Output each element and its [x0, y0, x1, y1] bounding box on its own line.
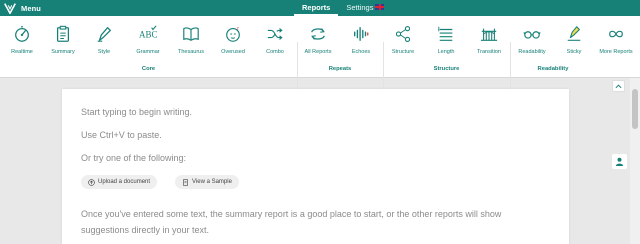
hint-try-following: Or try one of the following: [81, 153, 187, 163]
tool-length[interactable]: Length [424, 20, 468, 68]
group-label-structure: Structure [433, 66, 460, 72]
tool-label: Echoes [351, 49, 371, 55]
hint-suggestions: suggestions directly in your text. [81, 225, 210, 235]
sleepy-face-icon: z [226, 26, 240, 42]
logo-icon [4, 3, 16, 15]
tool-label: More Reports [599, 49, 633, 55]
top-bar: Menu Reports Settings [0, 0, 640, 16]
view-sample-button[interactable]: View a Sample [175, 175, 239, 189]
tool-sticky[interactable]: Sticky [552, 20, 596, 68]
speedometer-icon [15, 26, 29, 42]
hint-paste: Use Ctrl+V to paste. [81, 130, 162, 140]
tool-grammar[interactable]: ABC Grammar [126, 20, 170, 68]
bridge-icon [480, 28, 498, 41]
tool-echoes[interactable]: Echoes [339, 20, 383, 68]
refresh-arrows-icon [311, 28, 325, 40]
tool-style[interactable]: Style [82, 20, 126, 68]
tool-transition[interactable]: Transition [467, 20, 511, 68]
upload-document-button[interactable]: Upload a document [81, 175, 158, 189]
open-book-icon [183, 27, 199, 41]
group-label-readability: Readability [537, 66, 569, 72]
tool-more-reports[interactable]: More Reports [594, 20, 638, 68]
infinity-icon [609, 30, 623, 38]
tool-label: Realtime [11, 49, 33, 55]
tool-label: Length [437, 49, 455, 55]
tool-label: All Reports [304, 49, 332, 55]
sticky-pen-icon [567, 26, 581, 41]
clipboard-icon [56, 25, 70, 42]
tool-realtime[interactable]: Realtime [0, 20, 44, 68]
menu-label: Menu [21, 3, 41, 13]
tool-structure[interactable]: Structure [381, 20, 425, 68]
menu-button[interactable]: Menu [3, 1, 41, 15]
tool-label: Grammar [136, 49, 160, 55]
hint-summary-report: Once you've entered some text, the summa… [81, 209, 502, 219]
abc-check-icon: ABC [139, 25, 157, 40]
top-navigation: Reports Settings [294, 0, 392, 16]
tool-label: Structure [391, 49, 415, 55]
nav-settings-label: Settings [346, 3, 374, 12]
user-icon [615, 157, 624, 166]
upload-icon [88, 178, 95, 186]
soundwave-icon [354, 27, 369, 41]
network-icon [395, 25, 411, 43]
document-icon [183, 178, 188, 186]
glasses-icon [523, 31, 541, 39]
lines-icon [438, 26, 453, 41]
tool-label: Style [97, 49, 111, 55]
tool-label: Summary [51, 49, 75, 55]
report-toolbar: Realtime Summary Style ABC Grammar Thesa… [0, 16, 640, 91]
tool-label: Overused [221, 49, 245, 55]
svg-text:ABC: ABC [139, 30, 157, 40]
collapse-toolbar-button[interactable] [612, 80, 625, 92]
group-label-core: Core [141, 66, 156, 72]
nav-reports[interactable]: Reports [294, 0, 339, 16]
tool-readability[interactable]: Readability [510, 20, 554, 68]
tool-combo[interactable]: Combo [253, 20, 297, 68]
shuffle-icon [267, 28, 283, 40]
tool-label: Readability [518, 49, 546, 55]
hint-start-typing: Start typing to begin writing. [81, 107, 193, 117]
svg-text:z: z [237, 26, 240, 31]
tool-all-reports[interactable]: All Reports [296, 20, 340, 68]
nav-settings[interactable]: Settings [338, 0, 392, 16]
tool-label: Transition [477, 49, 501, 55]
editor-area[interactable]: Start typing to begin writing. Use Ctrl+… [62, 89, 569, 244]
tool-label: Sticky [566, 49, 582, 55]
uk-flag-icon [375, 4, 385, 10]
chevron-up-icon [615, 83, 622, 88]
group-label-repeats: Repeats [328, 66, 352, 72]
tool-summary[interactable]: Summary [41, 20, 85, 68]
scrollbar-thumb[interactable] [632, 89, 638, 129]
upload-document-label: Upload a document [98, 179, 151, 185]
tool-overused[interactable]: z Overused [211, 20, 255, 68]
pen-icon [97, 27, 111, 42]
tool-thesaurus[interactable]: Thesaurus [169, 20, 213, 68]
view-sample-label: View a Sample [192, 179, 232, 185]
user-panel-button[interactable] [612, 154, 627, 169]
tool-label: Thesaurus [178, 49, 204, 55]
tool-label: Combo [266, 49, 284, 55]
